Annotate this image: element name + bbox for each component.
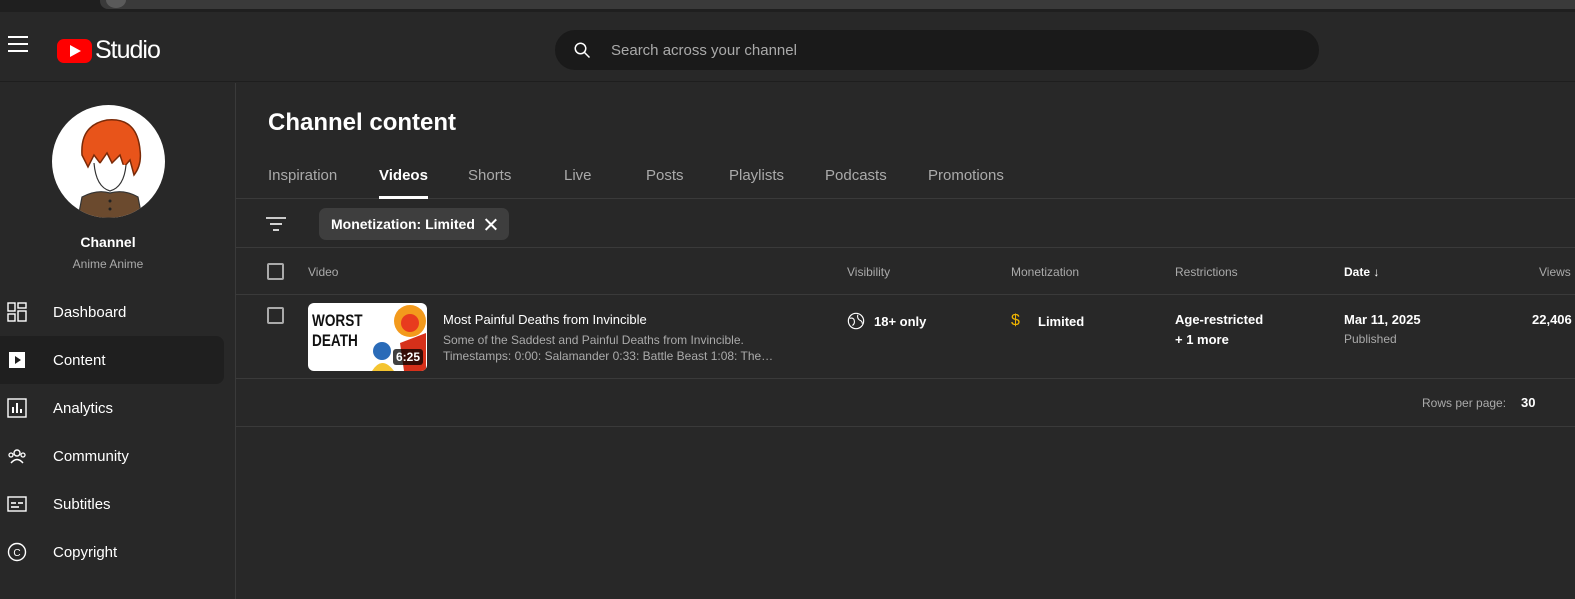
column-restrictions: Restrictions [1175, 265, 1238, 279]
restriction-value: Age-restricted [1175, 312, 1264, 327]
views-value: 22,406 [1532, 312, 1572, 327]
table-row[interactable]: WORST DEATH 6:25 Most Painful Deaths from… [236, 295, 1575, 379]
row-checkbox[interactable] [267, 307, 284, 324]
channel-handle: Anime Anime [72, 257, 144, 271]
visibility-value: 18+ only [874, 313, 927, 329]
tab-posts[interactable]: Posts [646, 167, 684, 199]
tab-podcasts[interactable]: Podcasts [825, 167, 887, 199]
date-value: Mar 11, 2025 [1344, 312, 1421, 327]
close-icon[interactable] [485, 218, 497, 230]
channel-name: Channel [80, 234, 136, 250]
restriction-more-link[interactable]: + 1 more [1175, 332, 1263, 347]
video-thumbnail[interactable]: WORST DEATH 6:25 [308, 303, 427, 371]
monetization-cell[interactable]: $ Limited [1011, 312, 1084, 330]
tab-live[interactable]: Live [564, 167, 592, 199]
tab-inspiration[interactable]: Inspiration [268, 167, 337, 199]
tab-shorts[interactable]: Shorts [468, 167, 511, 199]
video-description: Some of the Saddest and Painful Deaths f… [443, 333, 774, 363]
rows-per-page-select[interactable]: 30 [1521, 395, 1535, 410]
pagination-bar: Rows per page: 30 [236, 379, 1575, 427]
search-bar[interactable] [555, 30, 1319, 70]
browser-url-bar[interactable] [100, 0, 1575, 9]
filter-chip[interactable]: Monetization: Limited [319, 208, 509, 240]
content-tabs: Inspiration Videos Shorts Live Posts Pla… [236, 155, 1575, 199]
site-info-icon[interactable] [106, 0, 126, 8]
studio-header: Studio [0, 12, 1575, 82]
analytics-icon [7, 398, 27, 418]
sidebar-item-copyright[interactable]: C Copyright [0, 528, 224, 576]
sidebar-item-label: Dashboard [53, 303, 127, 321]
content-icon [9, 352, 25, 368]
restrictions-cell[interactable]: Age-restricted + 1 more [1175, 312, 1263, 347]
filter-icon[interactable] [266, 216, 286, 232]
rows-per-page-label: Rows per page: [1422, 396, 1507, 410]
sidebar-item-label: Subtitles [53, 495, 111, 513]
dollar-icon: $ [1011, 312, 1020, 329]
menu-icon[interactable] [8, 36, 30, 54]
main-content: Channel content Inspiration Videos Short… [236, 83, 1575, 599]
thumbnail-text: WORST DEATH [312, 311, 363, 350]
tab-videos[interactable]: Videos [379, 167, 428, 199]
monetization-value: Limited [1038, 313, 1085, 329]
sidebar-item-community[interactable]: Community [0, 432, 224, 480]
date-status: Published [1344, 332, 1397, 346]
column-date-label: Date [1344, 265, 1371, 279]
globe-icon [847, 312, 865, 330]
page-title: Channel content [268, 109, 457, 136]
sidebar-item-label: Community [53, 447, 129, 465]
column-date[interactable]: Date ↓ [1344, 265, 1379, 279]
column-monetization: Monetization [1011, 265, 1080, 279]
filter-chip-label: Monetization: Limited [331, 216, 475, 232]
search-icon[interactable] [573, 41, 591, 59]
sidebar-item-content[interactable]: Content [0, 336, 224, 384]
svg-text:C: C [13, 548, 20, 559]
video-title[interactable]: Most Painful Deaths from Invincible [443, 312, 647, 327]
sidebar-item-dashboard[interactable]: Dashboard [0, 288, 224, 336]
sidebar-nav: Dashboard Content Analytics Community Su… [0, 288, 224, 576]
filter-bar: Monetization: Limited [236, 199, 1575, 248]
browser-address-strip [0, 0, 1575, 12]
tab-playlists[interactable]: Playlists [729, 167, 784, 199]
avatar-image [77, 119, 143, 218]
youtube-studio-logo[interactable]: Studio [57, 36, 161, 65]
column-video: Video [308, 265, 339, 279]
search-input[interactable] [611, 31, 1301, 69]
video-duration: 6:25 [392, 349, 423, 365]
community-icon [8, 449, 26, 464]
select-all-checkbox[interactable] [267, 263, 284, 280]
sort-down-icon: ↓ [1373, 265, 1380, 279]
subtitles-icon [7, 496, 27, 512]
column-visibility: Visibility [847, 265, 891, 279]
sidebar: Channel Anime Anime Dashboard Content An… [0, 83, 236, 599]
youtube-logo-icon [57, 38, 92, 63]
sidebar-item-label: Copyright [53, 543, 118, 561]
tab-promotions[interactable]: Promotions [928, 167, 1004, 199]
logo-text: Studio [95, 36, 161, 64]
sidebar-item-label: Analytics [53, 399, 114, 417]
visibility-cell[interactable]: 18+ only [847, 312, 926, 330]
table-header: Video Visibility Monetization Restrictio… [236, 248, 1575, 295]
dashboard-icon [7, 302, 27, 322]
date-cell: Mar 11, 2025 Published [1344, 312, 1421, 346]
channel-avatar[interactable] [52, 105, 165, 218]
sidebar-item-analytics[interactable]: Analytics [0, 384, 224, 432]
column-views: Views [1539, 265, 1571, 279]
copyright-icon: C [7, 542, 27, 562]
sidebar-item-label: Content [53, 351, 106, 369]
sidebar-item-subtitles[interactable]: Subtitles [0, 480, 224, 528]
